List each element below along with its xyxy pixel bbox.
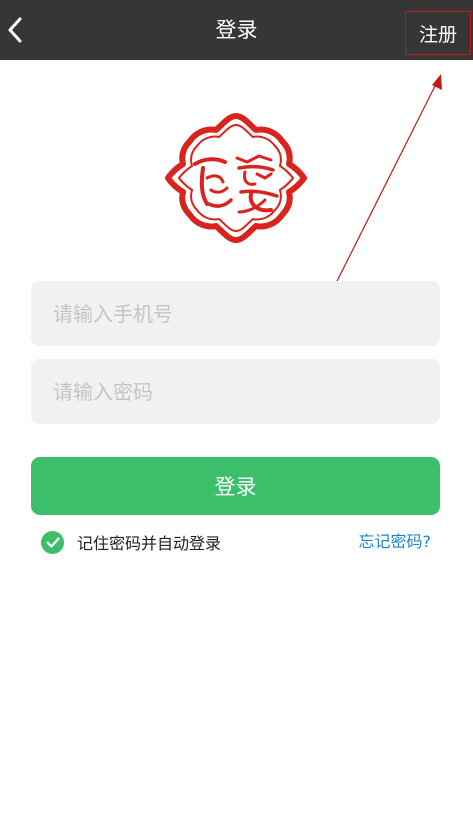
remember-password-toggle[interactable]: 记住密码并自动登录 <box>41 530 221 554</box>
forgot-password-link[interactable]: 忘记密码? <box>359 530 432 554</box>
login-screen: 登录 注册 登录 <box>0 0 473 829</box>
remember-password-label: 记住密码并自动登录 <box>77 534 222 553</box>
password-input[interactable] <box>51 378 420 405</box>
top-nav-bar: 登录 注册 <box>0 0 473 60</box>
login-button[interactable]: 登录 <box>31 457 440 515</box>
check-circle-icon[interactable] <box>41 530 64 554</box>
phone-field[interactable] <box>31 281 440 346</box>
register-button[interactable]: 注册 <box>405 11 471 55</box>
brand-logo <box>165 113 307 243</box>
page-title: 登录 <box>215 18 258 42</box>
password-field[interactable] <box>31 359 440 424</box>
phone-input[interactable] <box>51 300 420 327</box>
